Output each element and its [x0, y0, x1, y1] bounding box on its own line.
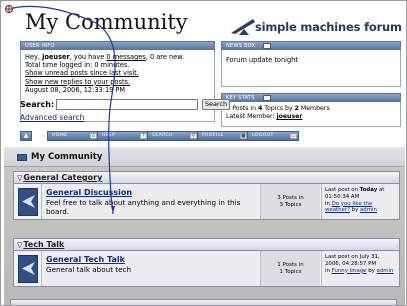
board-name-link[interactable]: General Discussion: [46, 188, 255, 197]
stats-topics-label: Topics by: [262, 105, 295, 112]
last-post-by: by: [366, 267, 377, 274]
search-area: Search: Search Advanced search: [20, 99, 230, 126]
last-post-author-link[interactable]: admin: [377, 268, 394, 274]
user-info-header: USER INFO: [20, 41, 215, 50]
key-stats-panel: KEY STATS 4 Posts in 4 Topics by 2 Membe…: [221, 93, 401, 127]
board-on-icon: [18, 255, 38, 283]
category-general: ▽General Category General Discussion Fee…: [13, 171, 400, 220]
last-post-topic-link[interactable]: Funny Image: [332, 268, 367, 274]
menu-profile-label: PROFILE: [202, 133, 224, 138]
board-posts: 3 Posts in: [277, 195, 304, 201]
news-box-body: Forum update tonight: [221, 50, 401, 87]
news-box-title: NEWS BOX: [226, 43, 256, 49]
last-post-prefix: Last post on: [325, 254, 360, 260]
new-replies-link[interactable]: Show new replies to your posts.: [25, 78, 130, 86]
stats-icon: [262, 94, 271, 101]
menu-search[interactable]: SEARCH ⚲: [147, 131, 199, 141]
greeting-prefix: Hey,: [25, 53, 43, 61]
user-greeting: Hey, joeuser, you have 0 messages, 0 are…: [25, 53, 210, 61]
board-info: General Discussion Feel free to talk abo…: [41, 184, 259, 219]
search-input[interactable]: [56, 99, 198, 110]
greeting-mid: , you have: [69, 53, 107, 61]
board-stats: 3 Posts in 3 Topics: [260, 184, 320, 219]
board-last-post: Last post on Today at 01:50:34 AM in Do …: [321, 184, 399, 219]
board-description: General talk about tech: [46, 265, 132, 274]
collapse-header-button[interactable]: ▲: [20, 131, 32, 141]
key-stats-body: 4 Posts in 4 Topics by 2 Members Latest …: [221, 102, 401, 127]
board-posts: 1 Posts in: [277, 262, 304, 268]
news-text: Forum update tonight: [226, 56, 298, 64]
board-topics: 3 Topics: [279, 202, 302, 208]
stats-posts-label: Posts in: [230, 105, 259, 112]
help-icon: ?: [140, 133, 147, 139]
menu-home[interactable]: HOME ⌂: [47, 131, 99, 141]
username: joeuser: [42, 53, 70, 61]
last-post-by: by: [349, 207, 360, 214]
forum-title: My Community: [25, 10, 188, 34]
last-post-prefix: Last post on: [325, 187, 360, 193]
latest-member: Latest Member: joeuser: [226, 113, 396, 121]
latest-member-link[interactable]: joeuser: [276, 113, 302, 120]
smf-logo-text: simple machines forum: [255, 20, 402, 34]
messages-link[interactable]: 0 messages: [106, 53, 145, 61]
collapse-triangle-icon[interactable]: ▽: [17, 241, 22, 249]
board-row: General Discussion Feel free to talk abo…: [13, 184, 400, 220]
home-icon: ⌂: [90, 133, 97, 139]
browser-page: My Community simple machines forum USER …: [0, 0, 407, 306]
key-stats-title: KEY STATS: [226, 95, 255, 101]
unread-posts-link[interactable]: Show unread posts since last visit.: [25, 69, 139, 77]
category-name[interactable]: General Category: [23, 173, 102, 182]
board-description: Feel free to talk about anything and eve…: [46, 198, 241, 216]
menu-logout[interactable]: LOGOUT ⎋: [247, 131, 299, 141]
menu-help-label: HELP: [102, 133, 116, 138]
folder-icon: [17, 154, 27, 161]
board-on-icon: [18, 188, 38, 216]
news-box-panel: NEWS BOX Forum update tonight: [221, 41, 401, 87]
menu-help[interactable]: HELP ?: [97, 131, 149, 141]
time-logged: Total time logged in: 0 minutes.: [25, 61, 130, 70]
board-topics: 1 Topics: [279, 269, 302, 275]
main-menu: ▲ HOME ⌂ HELP ? SEARCH ⚲ PROFILE ■ LOGOU…: [20, 131, 304, 141]
profile-icon: ■: [240, 133, 247, 139]
board-index-header: My Community: [4, 147, 405, 167]
board-last-post: Last post on July 31, 2006, 04:28:57 PM …: [321, 251, 399, 286]
category-tech-talk: ▽Tech Talk General Tech Talk General tal…: [13, 238, 400, 287]
greeting-suffix: , 0 are new.: [145, 53, 185, 61]
advanced-search-link[interactable]: Advanced search: [20, 113, 84, 122]
logout-icon: ⎋: [290, 133, 297, 139]
stats-members-label: Members: [298, 105, 330, 112]
category-header[interactable]: ▽Tech Talk: [13, 238, 400, 251]
next-category-stub: [10, 299, 397, 305]
board-index-title: My Community: [31, 152, 103, 162]
board-info: General Tech Talk General talk about tec…: [41, 251, 259, 286]
last-post-in: in: [325, 200, 332, 207]
menu-search-label: SEARCH: [152, 133, 173, 138]
search-label: Search:: [20, 100, 55, 109]
stats-summary: 4 Posts in 4 Topics by 2 Members: [226, 105, 396, 113]
last-post-day: Today: [359, 187, 378, 193]
board-row: General Tech Talk General talk about tec…: [13, 251, 400, 287]
board-name-link[interactable]: General Tech Talk: [46, 255, 255, 264]
search-icon: ⚲: [190, 133, 197, 139]
current-datetime: August 08, 2006, 12:33:19 PM: [25, 85, 126, 94]
category-header[interactable]: ▽General Category: [13, 171, 400, 184]
smf-logo: simple machines forum: [229, 15, 402, 41]
search-button[interactable]: Search: [202, 99, 230, 110]
menu-home-label: HOME: [52, 133, 68, 138]
board-index: My Community ▽General Category General D…: [4, 147, 405, 305]
last-post-author-link[interactable]: admin: [360, 207, 377, 213]
smf-logo-icon: [231, 19, 255, 35]
key-stats-header: KEY STATS: [221, 93, 401, 102]
cursor-start-icon: [5, 5, 13, 13]
news-box-header: NEWS BOX: [221, 41, 401, 50]
last-post-in: in: [325, 267, 332, 274]
board-stats: 1 Posts in 1 Topics: [260, 251, 320, 286]
news-icon: [263, 42, 272, 49]
menu-logout-label: LOGOUT: [252, 133, 274, 138]
category-name[interactable]: Tech Talk: [23, 240, 64, 249]
latest-member-label: Latest Member:: [226, 113, 277, 120]
menu-profile[interactable]: PROFILE ■: [197, 131, 249, 141]
collapse-triangle-icon[interactable]: ▽: [17, 174, 22, 182]
